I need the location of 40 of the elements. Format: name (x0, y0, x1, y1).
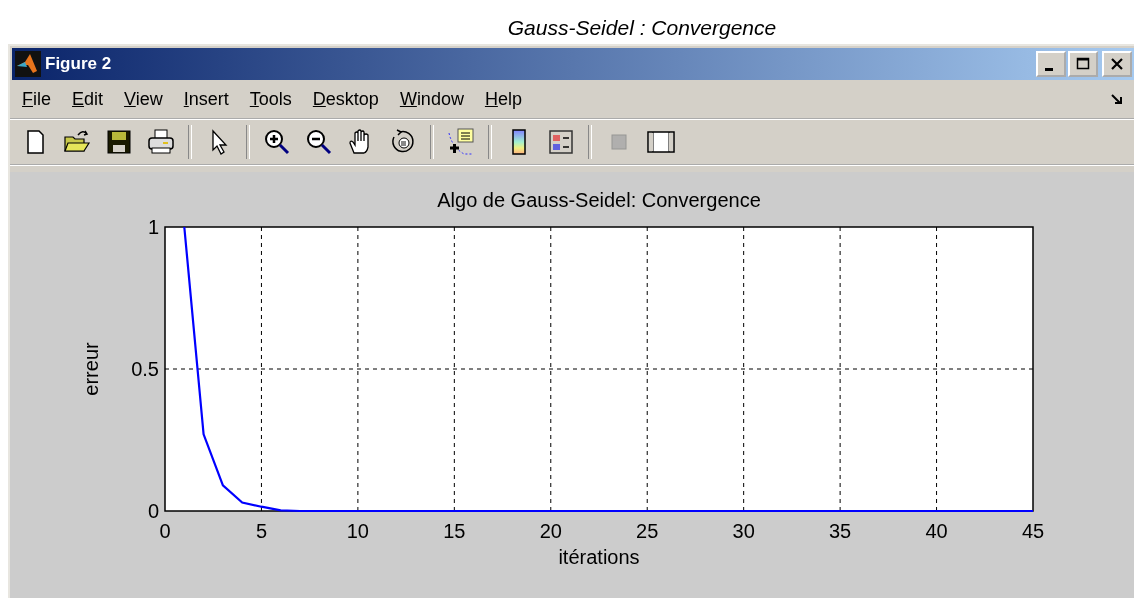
x-axis-label: itérations (558, 546, 640, 568)
menu-item[interactable]: Desktop (312, 88, 379, 110)
dock-arrow-icon[interactable] (1110, 92, 1124, 106)
x-tick-label: 10 (346, 520, 369, 542)
window-title: Figure 2 (45, 54, 112, 74)
close-button[interactable] (1102, 51, 1132, 77)
x-tick-label: 5 (255, 520, 267, 542)
menu-item[interactable]: File (22, 88, 51, 110)
save-icon[interactable] (104, 127, 134, 157)
caption: Gauss-Seidel : Convergence (506, 15, 778, 41)
x-tick-label: 35 (829, 520, 852, 542)
chart-title: Algo de Gauss-Seidel: Convergence (437, 189, 761, 211)
y-axis-label: erreur (80, 342, 102, 396)
menu-item[interactable]: Window (399, 88, 464, 110)
printer-icon[interactable] (146, 127, 176, 157)
y-tick-label: 0 (147, 500, 159, 522)
menu-item[interactable]: Edit (72, 88, 104, 110)
minimize-icon (1045, 67, 1053, 71)
x-tick-label: 40 (925, 520, 948, 542)
legend-icon[interactable] (546, 127, 576, 157)
x-tick-label: 20 (539, 520, 562, 542)
menu-item[interactable]: View (124, 88, 163, 110)
x-tick-label: 30 (732, 520, 755, 542)
x-tick-label: 0 (159, 520, 171, 542)
x-tick-label: 15 (443, 520, 466, 542)
y-tick-label: 1 (147, 216, 159, 238)
minimize-button[interactable] (1036, 51, 1066, 77)
zoom-out-icon[interactable] (304, 127, 334, 157)
y-tick-label: 0.5 (131, 358, 159, 380)
menu-item[interactable]: Help (484, 88, 522, 110)
x-tick-label: 45 (1021, 520, 1045, 542)
maximize-icon (1076, 57, 1090, 71)
close-icon (1110, 57, 1124, 71)
data-cursor-icon[interactable] (446, 127, 476, 157)
matlab-logo-icon (15, 51, 41, 77)
maximize-button[interactable] (1068, 51, 1098, 77)
zoom-in-icon[interactable] (262, 127, 292, 157)
menu-item[interactable]: Insert (183, 88, 229, 110)
x-tick-label: 25 (636, 520, 659, 542)
menu-item[interactable]: Tools (249, 88, 292, 110)
